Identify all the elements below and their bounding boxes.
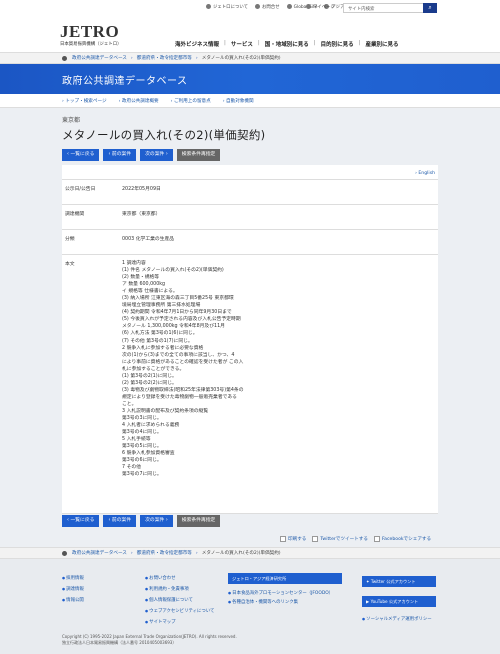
print-link[interactable]: 印刷する: [280, 536, 306, 542]
breadcrumb: 政府公共調達データベース › 都道府県・政令指定都市等 › メタノールの買入れ(…: [0, 52, 500, 64]
sub-nav: トップ・検索ページ 政府公共調達概要 ご利用上の留意点 自動対象機関: [0, 94, 500, 108]
english-link[interactable]: › English: [415, 171, 435, 176]
organization: 東京都: [62, 117, 81, 124]
nav-services[interactable]: サービス: [226, 40, 258, 48]
global-nav: 海外ビジネス情報 | サービス | 国・地域別に見る | 目的別に見る | 産業別に見る: [170, 40, 404, 48]
footer-col-1: 採用情報 調達情報 情報公開: [62, 573, 84, 606]
facebook-share-link[interactable]: Facebookでシェアする: [373, 536, 431, 542]
row-value: 0003 化学工業の生産品: [122, 237, 175, 242]
footer-link-municipal[interactable]: 各種自治体・機関等へのリンク集: [228, 598, 333, 607]
breadcrumb-bottom: 政府公共調達データベース › 都道府県・政令指定都市等 › メタノールの買入れ(…: [0, 547, 500, 559]
home-icon[interactable]: [62, 550, 67, 556]
subnav-overview[interactable]: 政府公共調達概要: [119, 98, 159, 104]
table-row: 公示日/公告日 2022年05月09日: [62, 179, 438, 204]
social-policy-link[interactable]: ソーシャルメディア運用ポリシー: [362, 616, 431, 622]
action-buttons-bottom: ‹ 一覧に戻る ‹ 前の案件 次の案件 › 検索条件再指定: [62, 515, 221, 527]
nav-country[interactable]: 国・地域別に見る: [260, 40, 314, 48]
breadcrumb-current: メタノールの買入れ(その2)(単価契約): [201, 56, 281, 61]
util-contact[interactable]: お問合せ: [255, 4, 280, 10]
table-row: 分類 0003 化学工業の生産品: [62, 229, 438, 254]
footer-link-jfoodo[interactable]: 日本食品海外プロモーションセンター（JFOODO）: [228, 589, 333, 598]
share-links: 印刷する Twitterでツイートする Facebookでシェアする: [280, 536, 431, 542]
prev-button[interactable]: ‹ 前の案件: [103, 515, 137, 527]
back-to-list-button[interactable]: ‹ 一覧に戻る: [62, 149, 100, 161]
row-label: 調達機関: [65, 212, 85, 217]
table-row: 調達機関 東京都（東京都）: [62, 204, 438, 229]
row-label: 公示日/公告日: [65, 187, 96, 192]
subnav-notes[interactable]: ご利用上の留意点: [171, 98, 211, 104]
subnav-agencies[interactable]: 自動対象機関: [223, 98, 254, 104]
row-value: 2022年05月09日: [122, 187, 161, 192]
search-icon: ⌕: [428, 4, 432, 11]
youtube-account-button[interactable]: ▶ YouTube 公式アカウント: [362, 596, 436, 607]
footer-col-2: お問い合わせ 利用規約・免責事項 個人情報保護について ウェブアクセシビリティに…: [145, 573, 214, 628]
banner-title: 政府公共調達データベース: [62, 76, 188, 87]
logo-subtitle: 日本貿易振興機構（ジェトロ）: [60, 42, 122, 47]
footer-link-terms[interactable]: 利用規約・免責事項: [145, 584, 214, 595]
footer-link-accessibility[interactable]: ウェブアクセシビリティについて: [145, 606, 214, 617]
mail-icon: [255, 4, 260, 9]
row-label: 分類: [65, 237, 75, 242]
footer-col-3: 日本食品海外プロモーションセンター（JFOODO） 各種自治体・機関等へのリンク…: [228, 589, 333, 607]
chevron-right-icon: ›: [195, 55, 198, 61]
chevron-right-icon: ›: [195, 550, 198, 556]
corporate-number: 独立行政法人日本貿易振興機構（法人番号 2010405003693）: [62, 640, 177, 645]
action-buttons: ‹ 一覧に戻る ‹ 前の案件 次の案件 › 検索条件再指定: [62, 149, 438, 161]
site-header: JETRO 日本貿易振興機構（ジェトロ） ジェトロについて お問合せ Globa…: [0, 0, 500, 52]
chevron-right-icon: ›: [130, 550, 133, 556]
home-icon[interactable]: [62, 55, 67, 61]
nav-purpose[interactable]: 目的別に見る: [316, 40, 359, 48]
facebook-icon: [373, 536, 380, 542]
row-label: 本文: [65, 262, 75, 267]
detail-table: 公示日/公告日 2022年05月09日 調達機関 東京都（東京都） 分類 000…: [62, 179, 438, 514]
footer-link-contact[interactable]: お問い合わせ: [145, 573, 214, 584]
footer-link-recruit[interactable]: 採用情報: [62, 573, 84, 584]
twitter-icon: [312, 536, 319, 542]
table-row: 本文 1 調達内容 (1) 件名 メタノールの買入れ(その2)(単価契約) (2…: [62, 254, 438, 514]
subnav-top[interactable]: トップ・検索ページ: [62, 98, 106, 104]
footer-link-privacy[interactable]: 個人情報保護について: [145, 595, 214, 606]
jetro-ide-button[interactable]: ジェトロ・アジア経済研究所: [228, 573, 342, 584]
breadcrumb-prefecture[interactable]: 都道府県・政令指定都市等: [137, 55, 192, 61]
breadcrumb-current: メタノールの買入れ(その2)(単価契約): [201, 551, 281, 556]
twitter-account-button[interactable]: ✦ Twitter 公式アカウント: [362, 576, 436, 587]
globe-icon: [286, 4, 292, 9]
nav-overseas[interactable]: 海外ビジネス情報: [170, 40, 224, 48]
back-to-list-button[interactable]: ‹ 一覧に戻る: [62, 515, 100, 527]
search-button[interactable]: ⌕: [423, 3, 437, 13]
re-search-button[interactable]: 検索条件再指定: [176, 149, 221, 161]
row-body-text: 1 調達内容 (1) 件名 メタノールの買入れ(その2)(単価契約) (2) 数…: [122, 261, 244, 478]
footer-link-disclosure[interactable]: 情報公開: [62, 595, 84, 606]
row-value: 東京都（東京都）: [122, 212, 161, 217]
breadcrumb-db[interactable]: 政府公共調達データベース: [72, 55, 127, 61]
print-icon: [280, 536, 286, 542]
next-button[interactable]: 次の案件 ›: [140, 515, 173, 527]
user-icon: [306, 4, 311, 9]
twitter-share-link[interactable]: Twitterでツイートする: [312, 536, 368, 542]
page-banner: 政府公共調達データベース: [0, 64, 500, 94]
nav-industry[interactable]: 産業別に見る: [361, 40, 404, 48]
copyright: Copyright (C) 1995-2022 Japan External T…: [62, 634, 237, 646]
chevron-right-icon: ›: [130, 55, 133, 61]
main-content: 東京都 メタノールの買入れ(その2)(単価契約) ‹ 一覧に戻る ‹ 前の案件 …: [62, 115, 438, 161]
footer-link-procurement[interactable]: 調達情報: [62, 584, 84, 595]
breadcrumb-prefecture[interactable]: 都道府県・政令指定都市等: [137, 550, 192, 556]
next-button[interactable]: 次の案件 ›: [140, 149, 173, 161]
info-icon: [206, 4, 211, 9]
util-about[interactable]: ジェトロについて: [206, 4, 248, 10]
re-search-button[interactable]: 検索条件再指定: [176, 515, 221, 527]
prev-button[interactable]: ‹ 前の案件: [103, 149, 137, 161]
detail-panel: › English 公示日/公告日 2022年05月09日 調達機関 東京都（東…: [62, 165, 438, 514]
jetro-logo[interactable]: JETRO: [60, 23, 119, 40]
mypage-link[interactable]: マイページ: [306, 4, 335, 10]
page-title: メタノールの買入れ(その2)(単価契約): [62, 128, 266, 142]
breadcrumb-db[interactable]: 政府公共調達データベース: [72, 550, 127, 556]
footer-link-sitemap[interactable]: サイトマップ: [145, 617, 214, 628]
